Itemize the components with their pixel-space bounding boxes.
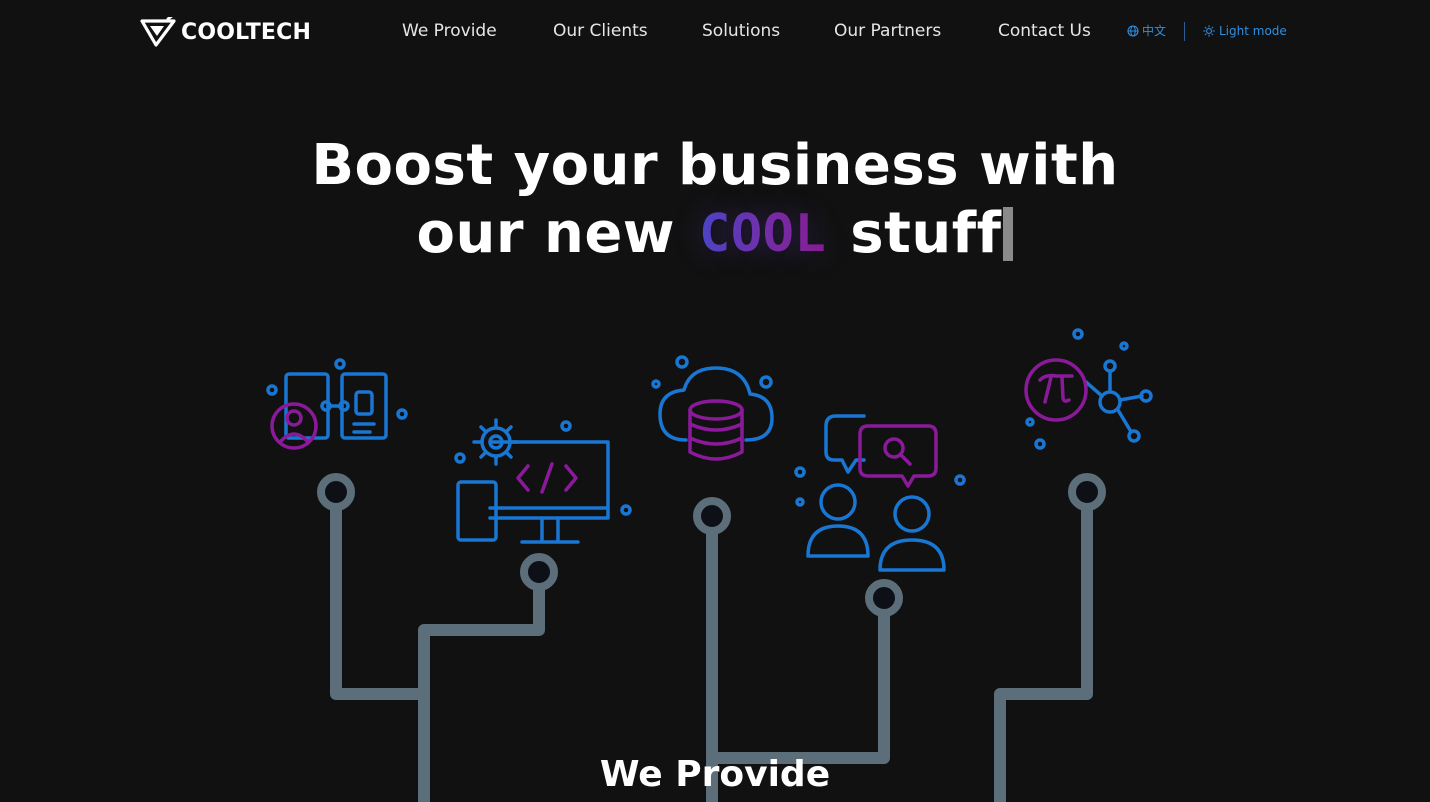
section-title-we-provide: We Provide	[599, 754, 831, 795]
web-development-icon	[454, 418, 632, 544]
hero-illustration	[266, 328, 1153, 802]
chat-search-users-icon	[794, 414, 966, 572]
cloud-database-icon	[651, 355, 774, 461]
mobile-profile-icon	[266, 358, 408, 450]
pi-network-icon	[1024, 328, 1153, 450]
